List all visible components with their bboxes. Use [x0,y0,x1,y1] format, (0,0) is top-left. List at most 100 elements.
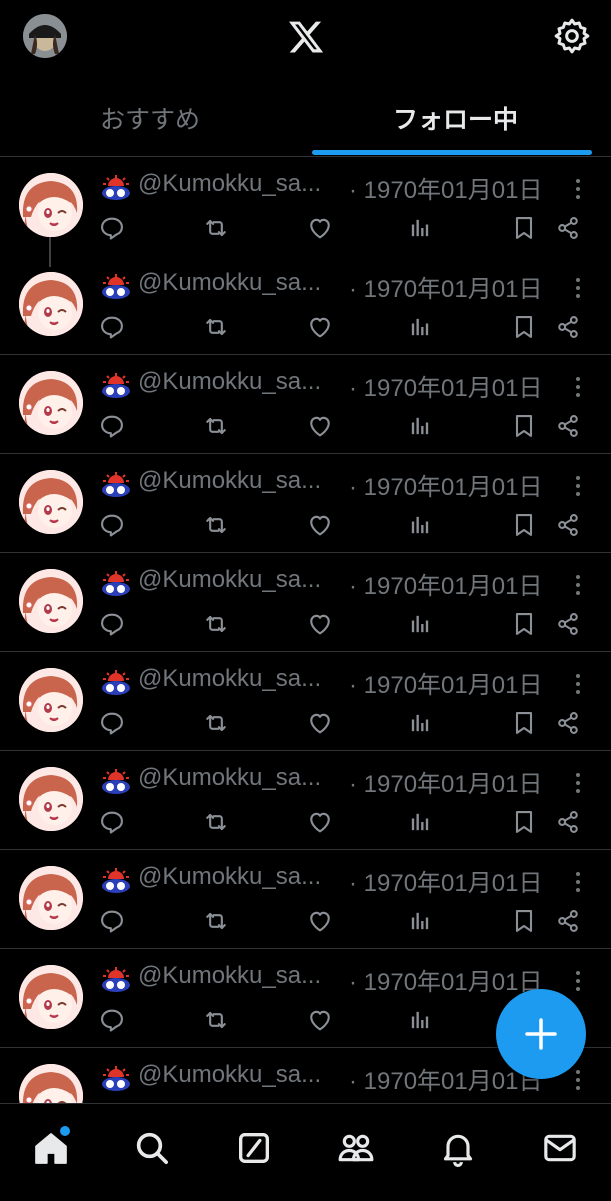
post-author-handle[interactable]: @Kumokku_sa... [138,764,338,792]
share-icon[interactable] [554,214,582,242]
reply-icon[interactable] [98,610,126,638]
post-author-handle[interactable]: @Kumokku_sa... [138,962,338,990]
repost-icon[interactable] [202,313,230,341]
reply-icon[interactable] [98,412,126,440]
bookmark-icon[interactable] [510,313,538,341]
bookmark-icon[interactable] [510,907,538,935]
post[interactable]: @Kumokku_sa... · 1970年01月01日 [0,553,611,652]
share-icon[interactable] [554,511,582,539]
post-date[interactable]: · 1970年01月01日 [349,467,542,502]
tab-recommended[interactable]: おすすめ [0,84,300,156]
views-icon[interactable] [406,610,434,638]
bookmark-icon[interactable] [510,412,538,440]
share-icon[interactable] [554,709,582,737]
bookmark-icon[interactable] [510,709,538,737]
reply-icon[interactable] [98,214,126,242]
post-author-avatar[interactable] [19,569,83,633]
post-author-avatar[interactable] [19,1064,83,1103]
reply-icon[interactable] [98,808,126,836]
x-logo-icon[interactable] [287,18,325,56]
repost-icon[interactable] [202,1006,230,1034]
tab-following[interactable]: フォロー中 [300,84,611,156]
views-icon[interactable] [406,214,434,242]
post[interactable]: @Kumokku_sa... · 1970年01月01日 [0,652,611,751]
post-author-avatar[interactable] [19,965,83,1029]
like-icon[interactable] [306,808,334,836]
post-author-handle[interactable]: @Kumokku_sa... [138,665,338,693]
views-icon[interactable] [406,808,434,836]
like-icon[interactable] [306,610,334,638]
reply-icon[interactable] [98,907,126,935]
post-date[interactable]: · 1970年01月01日 [349,269,542,304]
post[interactable]: @Kumokku_sa... · 1970年01月01日 [0,355,611,454]
like-icon[interactable] [306,907,334,935]
bookmark-icon[interactable] [510,511,538,539]
post[interactable]: @Kumokku_sa... · 1970年01月01日 [0,256,611,355]
views-icon[interactable] [406,907,434,935]
repost-icon[interactable] [202,214,230,242]
like-icon[interactable] [306,511,334,539]
post-author-avatar[interactable] [19,371,83,435]
post-author-handle[interactable]: @Kumokku_sa... [138,1061,338,1089]
post-date[interactable]: · 1970年01月01日 [349,863,542,898]
like-icon[interactable] [306,412,334,440]
post[interactable]: @Kumokku_sa... · 1970年01月01日 [0,454,611,553]
bookmark-icon[interactable] [510,214,538,242]
share-icon[interactable] [554,313,582,341]
share-icon[interactable] [554,808,582,836]
communities-icon[interactable] [336,1128,376,1168]
post[interactable]: @Kumokku_sa... · 1970年01月01日 [0,751,611,850]
profile-avatar[interactable] [23,14,67,58]
views-icon[interactable] [406,511,434,539]
views-icon[interactable] [406,1006,434,1034]
post-author-avatar[interactable] [19,470,83,534]
post-author-handle[interactable]: @Kumokku_sa... [138,170,338,198]
post-author-avatar[interactable] [19,767,83,831]
post[interactable]: @Kumokku_sa... · 1970年01月01日 [0,157,611,267]
more-options-icon[interactable] [568,868,588,896]
like-icon[interactable] [306,1006,334,1034]
more-options-icon[interactable] [568,373,588,401]
reply-icon[interactable] [98,1006,126,1034]
reply-icon[interactable] [98,511,126,539]
like-icon[interactable] [306,214,334,242]
post-date[interactable]: · 1970年01月01日 [349,566,542,601]
post-author-avatar[interactable] [19,866,83,930]
post-author-avatar[interactable] [19,173,83,237]
notifications-icon[interactable] [438,1128,478,1168]
repost-icon[interactable] [202,610,230,638]
views-icon[interactable] [406,313,434,341]
repost-icon[interactable] [202,808,230,836]
like-icon[interactable] [306,709,334,737]
post-author-avatar[interactable] [19,272,83,336]
post-date[interactable]: · 1970年01月01日 [349,368,542,403]
views-icon[interactable] [406,412,434,440]
views-icon[interactable] [406,709,434,737]
post[interactable]: @Kumokku_sa... · 1970年01月01日 [0,850,611,949]
grok-icon[interactable] [234,1128,274,1168]
post-date[interactable]: · 1970年01月01日 [349,170,542,205]
share-icon[interactable] [554,907,582,935]
settings-gear-icon[interactable] [552,16,592,56]
post-author-avatar[interactable] [19,668,83,732]
post-author-handle[interactable]: @Kumokku_sa... [138,863,338,891]
post-author-handle[interactable]: @Kumokku_sa... [138,269,338,297]
more-options-icon[interactable] [568,571,588,599]
messages-icon[interactable] [540,1128,580,1168]
repost-icon[interactable] [202,709,230,737]
repost-icon[interactable] [202,412,230,440]
bookmark-icon[interactable] [510,808,538,836]
post-author-handle[interactable]: @Kumokku_sa... [138,467,338,495]
more-options-icon[interactable] [568,175,588,203]
compose-button[interactable] [496,989,586,1079]
more-options-icon[interactable] [568,472,588,500]
more-options-icon[interactable] [568,769,588,797]
post-author-handle[interactable]: @Kumokku_sa... [138,566,338,594]
post-date[interactable]: · 1970年01月01日 [349,764,542,799]
like-icon[interactable] [306,313,334,341]
bookmark-icon[interactable] [510,610,538,638]
repost-icon[interactable] [202,511,230,539]
reply-icon[interactable] [98,709,126,737]
post-date[interactable]: · 1970年01月01日 [349,665,542,700]
share-icon[interactable] [554,610,582,638]
